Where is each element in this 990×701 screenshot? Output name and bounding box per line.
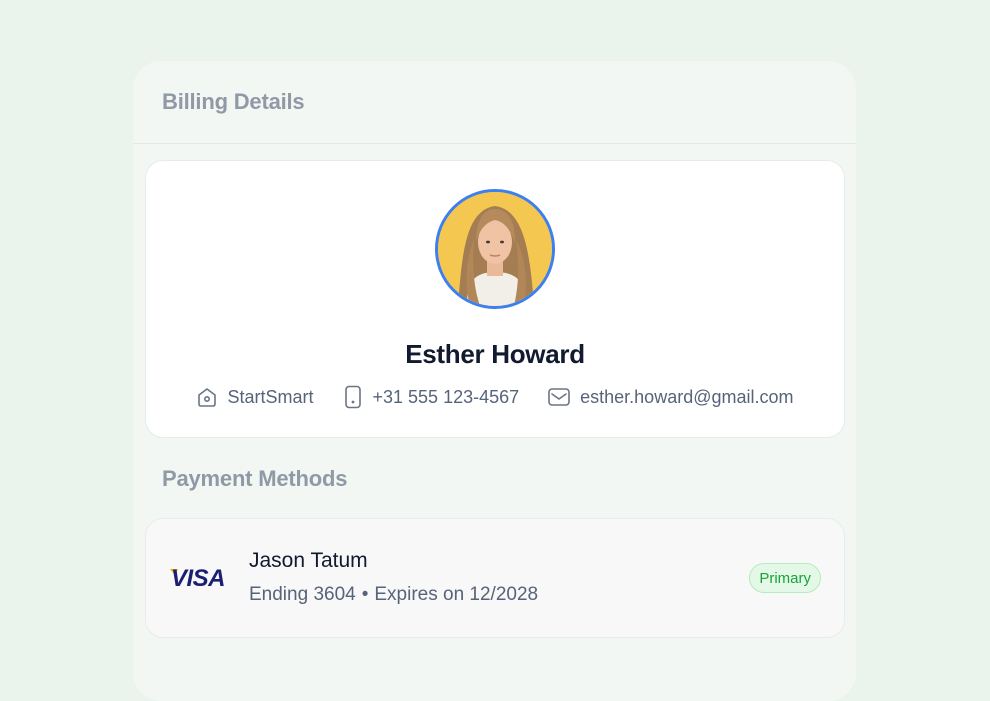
avatar[interactable] [435, 189, 555, 309]
mail-icon [547, 386, 571, 408]
primary-badge: Primary [749, 563, 821, 593]
profile-name: Esther Howard [405, 339, 585, 369]
card-holder-name: Jason Tatum [249, 549, 368, 572]
contact-company: StartSmart [196, 386, 314, 408]
contact-row: StartSmart +31 555 123-4567 esther.howar… [146, 385, 844, 409]
contact-phone[interactable]: +31 555 123-4567 [342, 385, 520, 409]
panel-title: Billing Details [162, 89, 305, 114]
payment-methods-title: Payment Methods [162, 466, 348, 491]
visa-logo: VISA [171, 565, 226, 592]
card-meta: Ending 3604 • Expires on 12/2028 [249, 584, 538, 606]
avatar-image [438, 192, 552, 306]
profile-card: Esther Howard StartSmart +31 555 123-456… [145, 160, 845, 438]
panel-header: Billing Details [133, 61, 856, 144]
billing-details-panel: Billing Details Esther Howard StartSmart… [133, 61, 856, 701]
contact-email[interactable]: esther.howard@gmail.com [547, 386, 794, 408]
card-expiry: Expires on 12/2028 [374, 584, 539, 605]
card-ending: Ending 3604 [249, 584, 356, 605]
card-meta-separator: • [361, 584, 369, 605]
phone-text: +31 555 123-4567 [372, 386, 520, 407]
company-text: StartSmart [227, 386, 314, 407]
phone-icon [342, 385, 364, 409]
payment-method-card[interactable]: VISA Jason Tatum Ending 3604 • Expires o… [145, 518, 845, 638]
building-icon [196, 386, 218, 408]
email-text: esther.howard@gmail.com [580, 386, 794, 407]
